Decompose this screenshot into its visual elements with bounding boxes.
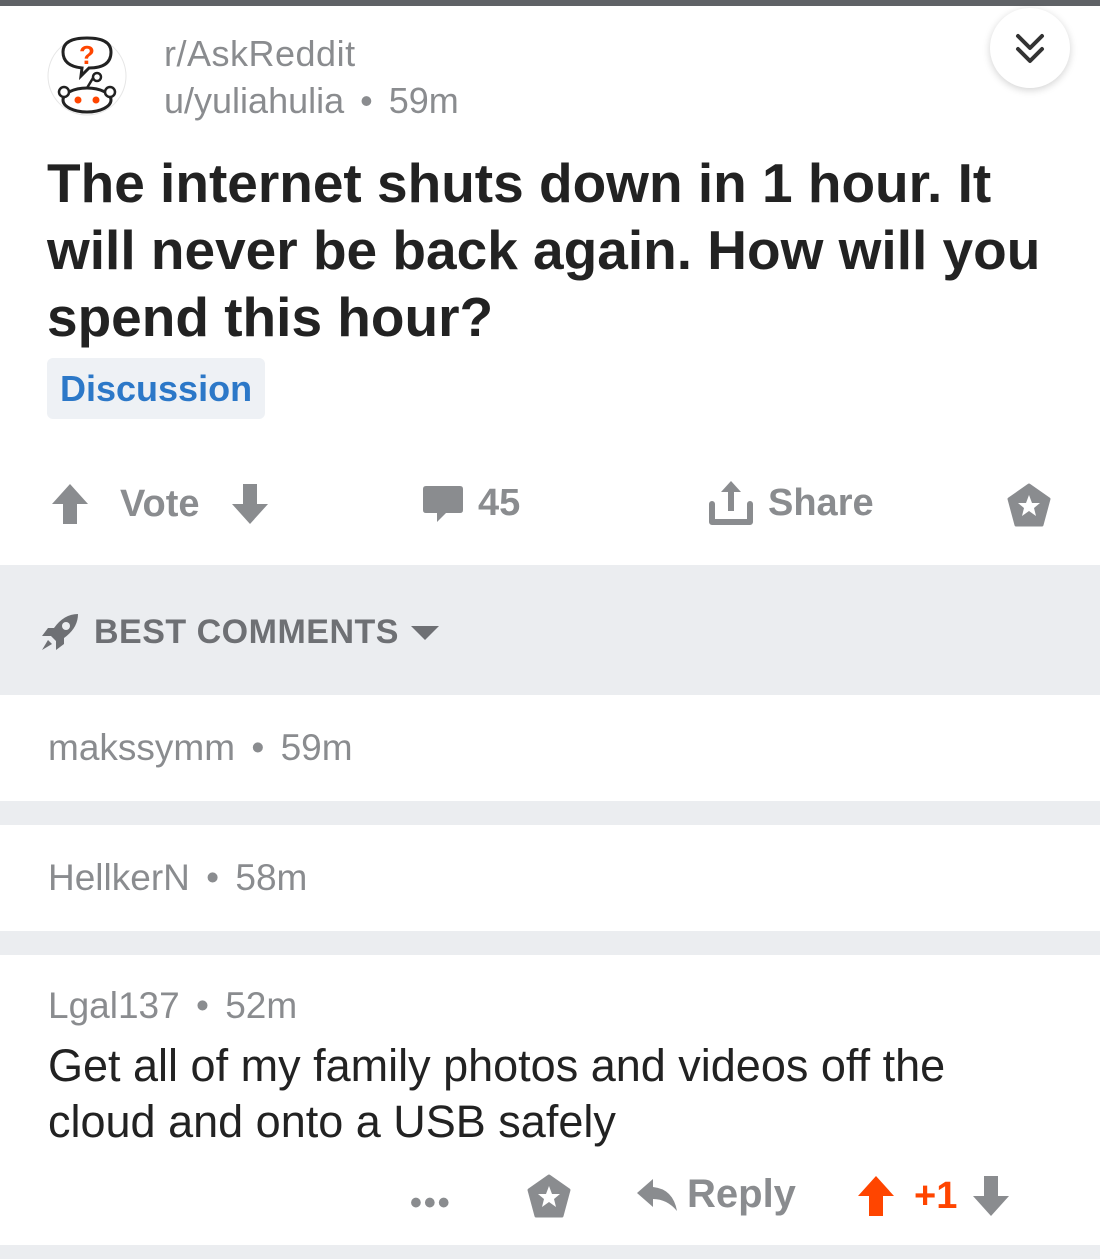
comment-collapsed[interactable]: makssymm • 59m bbox=[0, 695, 1100, 801]
share-label: Share bbox=[768, 481, 874, 524]
downvote-arrow-icon[interactable] bbox=[971, 1174, 1011, 1218]
comments-button[interactable]: 45 bbox=[422, 482, 520, 525]
post-time: 59m bbox=[388, 80, 459, 121]
collapse-button[interactable] bbox=[990, 8, 1070, 88]
top-divider bbox=[0, 0, 1100, 6]
svg-text:?: ? bbox=[79, 40, 95, 70]
save-award-icon[interactable] bbox=[1006, 483, 1052, 529]
subreddit-avatar[interactable]: ? bbox=[47, 30, 127, 122]
comment-divider bbox=[0, 931, 1100, 955]
comment-bubble-icon bbox=[423, 485, 463, 522]
upvote-arrow-icon[interactable] bbox=[856, 1174, 896, 1218]
comment-meta: makssymm • 59m bbox=[48, 727, 353, 769]
more-options-icon[interactable]: ••• bbox=[410, 1184, 452, 1223]
comment-time: 52m bbox=[225, 985, 298, 1026]
comment-meta: Lgal137 • 52m bbox=[48, 985, 297, 1027]
reply-arrow-icon bbox=[637, 1178, 677, 1211]
reply-button[interactable]: Reply bbox=[635, 1172, 796, 1217]
post-title: The internet shuts down in 1 hour. It wi… bbox=[47, 152, 1041, 348]
meta-separator: • bbox=[195, 985, 209, 1026]
subreddit-name[interactable]: r/AskReddit bbox=[164, 33, 356, 75]
comment-time: 59m bbox=[280, 727, 353, 768]
comment-collapsed[interactable]: HellkerN • 58m bbox=[0, 825, 1100, 931]
downvote-arrow-icon[interactable] bbox=[230, 482, 270, 526]
comment-divider bbox=[0, 801, 1100, 825]
upvote-arrow-icon[interactable] bbox=[50, 482, 90, 526]
sort-label: BEST COMMENTS bbox=[94, 612, 399, 651]
share-button[interactable]: Share bbox=[708, 478, 874, 528]
comment-meta: HellkerN • 58m bbox=[48, 857, 307, 899]
comment-action-bar: ••• Reply +1 bbox=[0, 1160, 1100, 1230]
meta-separator: • bbox=[206, 857, 220, 898]
rocket-icon bbox=[42, 614, 78, 650]
comment-vote-group: +1 bbox=[856, 1174, 1011, 1218]
meta-separator: • bbox=[251, 727, 265, 768]
post-action-bar: Vote 45 Share bbox=[0, 470, 1100, 545]
caret-down-icon bbox=[410, 626, 439, 640]
meta-separator: • bbox=[360, 80, 373, 121]
comment-score: +1 bbox=[914, 1174, 958, 1217]
comment-divider bbox=[0, 1245, 1100, 1259]
comment-time: 58m bbox=[235, 857, 308, 898]
save-award-icon[interactable] bbox=[526, 1174, 572, 1220]
comment-sort-bar: BEST COMMENTS bbox=[0, 565, 1100, 695]
post-author[interactable]: u/yuliahulia bbox=[164, 80, 344, 121]
comment-author[interactable]: Lgal137 bbox=[48, 985, 180, 1026]
post-meta: u/yuliahulia • 59m bbox=[164, 80, 459, 122]
reply-label: Reply bbox=[687, 1172, 796, 1216]
comment-author[interactable]: HellkerN bbox=[48, 857, 190, 898]
vote-group: Vote bbox=[50, 482, 270, 526]
double-chevron-down-icon bbox=[1016, 34, 1044, 63]
vote-label: Vote bbox=[120, 482, 200, 525]
askreddit-logo-icon: ? bbox=[47, 36, 127, 116]
post-flair[interactable]: Discussion bbox=[47, 358, 266, 419]
share-upload-icon bbox=[709, 481, 753, 525]
comment-author[interactable]: makssymm bbox=[48, 727, 235, 768]
comment-count: 45 bbox=[478, 482, 521, 524]
sort-dropdown[interactable]: BEST COMMENTS bbox=[38, 610, 441, 654]
comment-body: Get all of my family photos and videos o… bbox=[48, 1040, 946, 1147]
